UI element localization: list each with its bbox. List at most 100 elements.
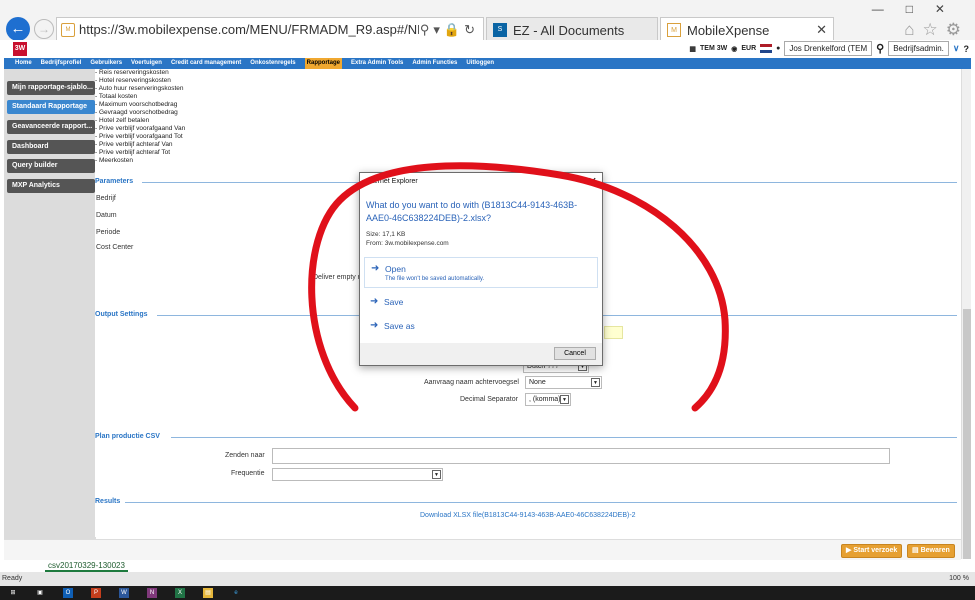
divider [171,437,957,438]
open-label: Open [385,264,406,274]
excel-icon[interactable]: X [175,588,185,598]
currency-label[interactable]: EUR [741,45,756,52]
close-icon[interactable]: ✕ [588,175,597,188]
download-dialog: Internet Explorer ✕ What do you want to … [359,172,603,366]
menu-item[interactable]: Voertuigen [131,58,162,69]
save-button[interactable]: ▤ Bewaren [907,544,955,558]
outlook-icon[interactable]: O [63,588,73,598]
menu-item[interactable]: Bedrijfsprofiel [41,58,82,69]
cancel-button[interactable]: Cancel [554,347,596,360]
windows-start-icon[interactable]: ⊞ [8,588,18,598]
forward-button[interactable]: → [34,19,54,39]
send-to-input[interactable] [272,448,890,464]
chevron-down-icon[interactable]: ▼ [591,378,600,387]
sidebar-item-dashboard[interactable]: Dashboard [7,140,95,154]
site-favicon-icon: M [61,23,75,37]
sidebar-item-advanced-report[interactable]: Geavanceerde rapport... [7,120,95,134]
divider [125,502,957,503]
user-name-field[interactable]: Jos Drenkelford (TEM [784,41,873,56]
sidebar-item-standard-report[interactable]: Standaard Rapportage [7,100,95,114]
results-title: Results [95,498,121,505]
open-sublabel: The file won't be saved automatically. [385,276,485,282]
list-item: - Maximum voorschotbedrag [95,101,178,108]
address-actions[interactable]: ⚲▾🔒↻ [420,22,479,38]
decimal-value: , (komma) [529,396,561,403]
menu-item[interactable]: Gebruikers [90,58,122,69]
main-menu: Home Bedrijfsprofiel Gebruikers Voertuig… [4,58,971,69]
suffix-select[interactable]: None ▼ [525,376,602,389]
user-icon: ● [776,45,781,52]
user-toolbar: ▦ TEM 3W ◉ EUR ● Jos Drenkelford (TEM ⚲ … [689,41,969,56]
open-option[interactable]: ➜ Open The file won't be saved automatic… [364,257,598,288]
start-request-button[interactable]: ▶ Start verzoek [841,544,903,558]
menu-item[interactable]: Admin Functies [412,58,457,69]
suffix-value: None [529,379,546,386]
sidebar-item-templates[interactable]: Mijn rapportage-sjablo... [7,81,95,95]
back-button[interactable]: ← [6,17,30,41]
help-icon[interactable]: ? [964,44,970,54]
address-bar[interactable]: M https://3w.mobilexpense.com/MENU/FRMAD… [56,17,484,42]
menu-item[interactable]: Uitloggen [466,58,494,69]
word-icon[interactable]: W [119,588,129,598]
frequency-label: Frequentie [231,470,265,477]
parameters-title: Parameters [95,178,134,185]
chevron-down-icon[interactable]: ∨ [953,43,960,54]
close-tab-icon[interactable]: ✕ [816,22,827,38]
dialog-title: Internet Explorer [366,178,418,185]
output-settings-title: Output Settings [95,311,148,318]
file-explorer-icon[interactable]: ▤ [203,588,213,598]
arrow-right-icon: ➜ [371,263,380,274]
kpi-list: - Reis reserveringskosten - Hotel reserv… [95,69,185,165]
download-xlsx-link[interactable]: Download XLSX file(B1813C44-9143-463B-AA… [420,512,636,519]
company-icon: ▦ [689,45,696,53]
onenote-icon[interactable]: N [147,588,157,598]
sharepoint-icon: S [493,23,507,37]
save-option-label: Save [384,297,404,307]
excel-sheet-tab[interactable]: csv20170329-130023 [45,561,128,572]
frequency-select[interactable]: ▼ [272,468,443,481]
file-size: Size: 17,1 KB [366,231,406,238]
list-item: - Prive verblijf voorafgaand Van [95,125,186,132]
browser-toolbar-icons[interactable]: ⌂☆⚙ [904,20,969,40]
highlight-field [604,326,623,339]
chevron-down-icon[interactable]: ▼ [560,395,569,404]
window-controls[interactable]: —□✕ [872,2,967,16]
dialog-footer: Cancel [360,343,602,365]
page-scrollbar[interactable] [961,69,971,559]
currency-icon: ◉ [731,45,738,53]
dialog-question: What do you want to do with (B1813C44-91… [366,200,578,223]
logo-3w: 3W [13,42,27,56]
menu-item[interactable]: Home [15,58,32,69]
plan-csv-title: Plan productie CSV [95,433,160,440]
mobilexpense-icon: M [667,23,681,37]
menu-item-active[interactable]: Rapportage [304,58,342,69]
decimal-label: Decimal Separator [460,396,518,403]
sidebar-item-query-builder[interactable]: Query builder [7,159,95,173]
status-bar: Ready 100 % [0,572,975,586]
zoom-level[interactable]: 100 % [949,575,969,582]
search-icon[interactable]: ⚲ [876,42,884,55]
suffix-label: Aanvraag naam achtervoegsel [424,379,519,386]
language-flag-icon[interactable] [760,44,773,53]
param-label: Cost Center [96,244,134,251]
param-label: Periode [96,229,121,236]
company-label[interactable]: TEM 3W [700,45,727,52]
sidebar-item-mxp-analytics[interactable]: MXP Analytics [7,179,95,193]
chevron-down-icon[interactable]: ▼ [432,470,441,479]
menu-item[interactable]: Extra Admin Tools [351,58,403,69]
menu-item[interactable]: Credit card management [171,58,241,69]
role-select[interactable]: Bedrijfsadmin. [888,41,949,56]
address-url[interactable]: https://3w.mobilexpense.com/MENU/FRMADM_… [79,22,419,37]
list-item: - Totaal kosten [95,93,138,100]
edge-icon[interactable]: e [231,588,241,598]
save-as-option[interactable]: ➜ Save as [364,315,598,346]
task-view-icon[interactable]: ▣ [35,588,45,598]
arrow-right-icon: ➜ [370,296,379,307]
deliver-empty-label: Deliver empty r [313,274,361,281]
param-label: Bedrijf [96,195,116,202]
powerpoint-icon[interactable]: P [91,588,101,598]
decimal-select[interactable]: , (komma) ▼ [525,393,571,406]
menu-item[interactable]: Onkostenregels [250,58,295,69]
scrollbar-thumb[interactable] [963,309,971,559]
list-item: - Hotel zelf betalen [95,117,150,124]
